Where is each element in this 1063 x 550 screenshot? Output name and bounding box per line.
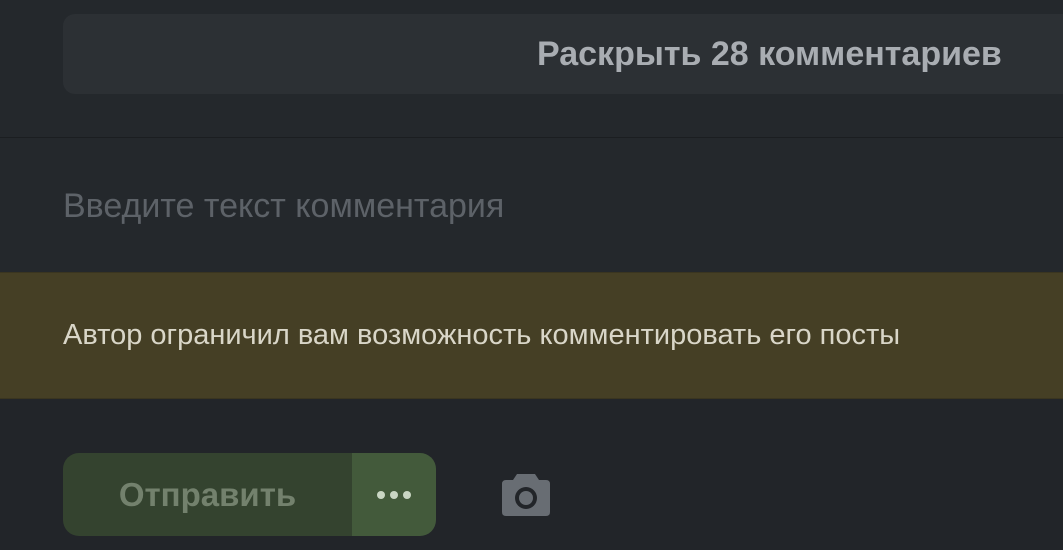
restriction-banner: Автор ограничил вам возможность комменти… — [0, 272, 1063, 399]
send-button-group: Отправить — [63, 453, 436, 536]
more-horizontal-icon-dot — [390, 491, 398, 499]
comments-section: Раскрыть 28 комментариев Автор ограничил… — [0, 0, 1063, 550]
camera-icon — [502, 474, 550, 516]
send-button[interactable]: Отправить — [63, 453, 352, 536]
expand-comments-label: Раскрыть 28 комментариев — [537, 35, 1002, 73]
attach-photo-button[interactable] — [500, 470, 552, 518]
more-horizontal-icon-dot — [403, 491, 411, 499]
comment-actions: Отправить — [0, 400, 1063, 550]
expand-comments-area: Раскрыть 28 комментариев — [0, 0, 1063, 138]
more-options-button[interactable] — [352, 453, 436, 536]
comment-input-area — [0, 138, 1063, 272]
comment-input[interactable] — [63, 176, 1053, 236]
expand-comments-button[interactable]: Раскрыть 28 комментариев — [63, 14, 1063, 94]
restriction-message: Автор ограничил вам возможность комменти… — [63, 319, 901, 351]
more-horizontal-icon — [377, 491, 385, 499]
